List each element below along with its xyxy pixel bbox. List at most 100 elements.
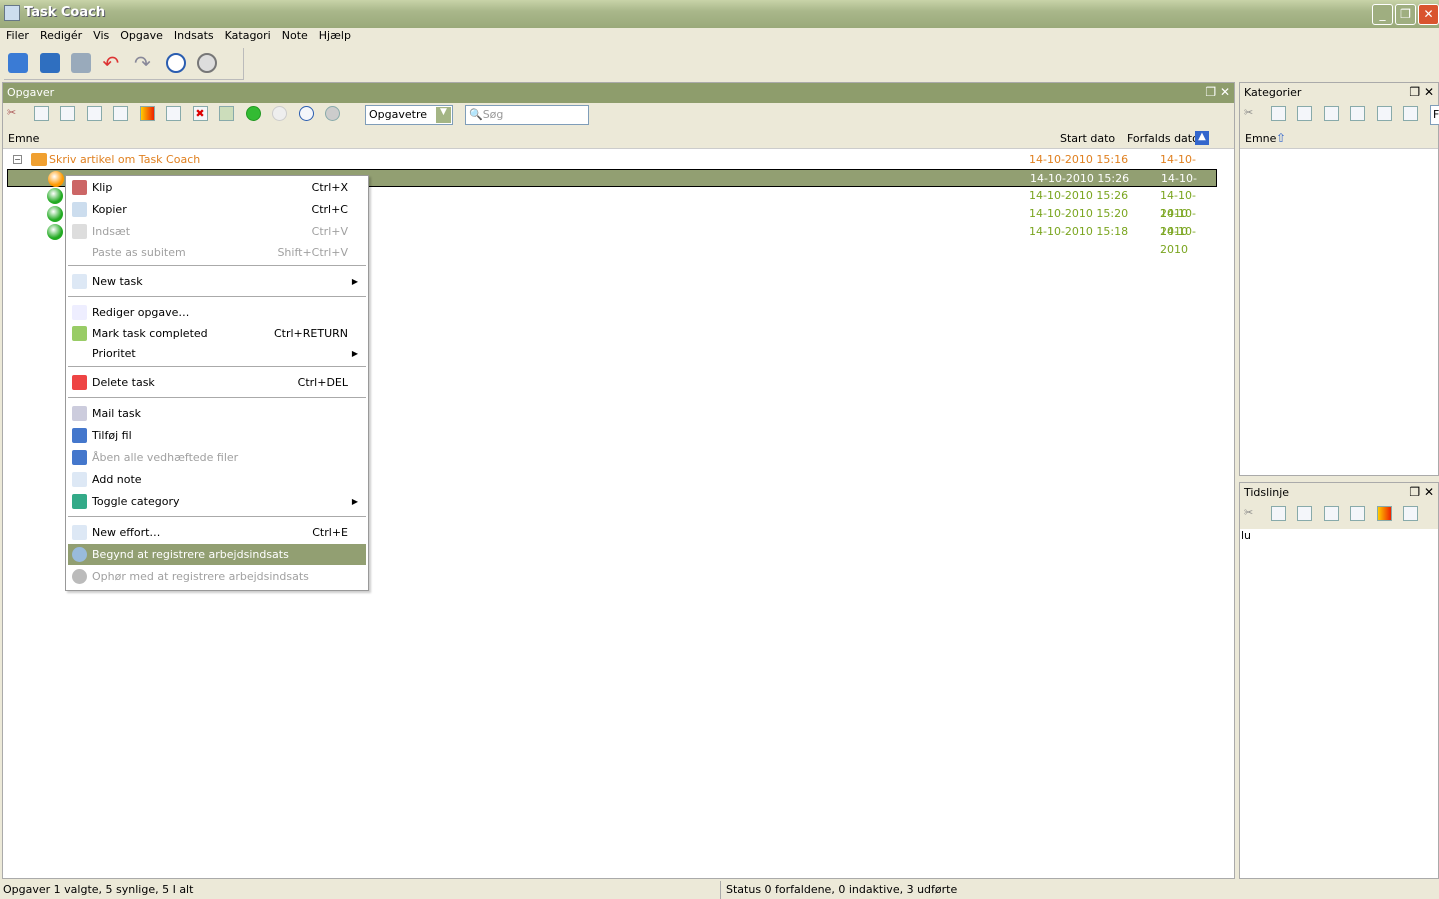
menu-filer[interactable]: Filer [0, 28, 34, 42]
expand-icon[interactable]: − [13, 155, 22, 164]
delete-icon[interactable]: ✖ [192, 106, 208, 121]
menu-vis[interactable]: Vis [87, 28, 114, 42]
edit-icon[interactable] [1376, 106, 1392, 121]
title-bar: Task Coach [0, 0, 1439, 28]
paste-icon[interactable] [60, 106, 75, 121]
close-button[interactable]: ✕ [1418, 4, 1439, 25]
new-task-icon[interactable] [1323, 506, 1339, 521]
new-category-icon[interactable] [1323, 106, 1339, 121]
paste-icon[interactable] [1297, 506, 1312, 521]
paperclip-icon [72, 428, 87, 443]
checkmark-icon [72, 326, 87, 341]
menu-hjælp[interactable]: Hjælp [313, 28, 356, 42]
stop-tracking-icon[interactable] [325, 106, 340, 121]
edit-icon[interactable] [1403, 506, 1418, 521]
menu-item-delete-task[interactable]: Delete task Ctrl+DEL [68, 372, 366, 393]
new-subtask-icon[interactable] [1350, 506, 1365, 521]
menu-item-tilføj-fil[interactable]: Tilføj fil [68, 425, 366, 446]
start-tracking-icon[interactable] [165, 53, 186, 73]
menu-item-label: Indsæt [92, 225, 131, 238]
paste-icon[interactable] [1297, 106, 1312, 121]
menu-item-new-effort[interactable]: New effort… Ctrl+E [68, 522, 366, 543]
undo-icon[interactable]: ↶ [103, 53, 123, 73]
menu-item-mail-task[interactable]: Mail task [68, 403, 366, 424]
menu-separator [68, 516, 366, 517]
menu-item-label: Add note [92, 473, 142, 486]
stop-tracking-icon[interactable] [197, 53, 217, 73]
sort-ascending-icon: ⇧ [1276, 131, 1287, 145]
copy-icon[interactable] [1270, 506, 1286, 521]
menu-item-åben-alle-vedhæftede-filer[interactable]: Åben alle vedhæftede filer [68, 447, 366, 468]
menu-item-klip[interactable]: Klip Ctrl+X [68, 177, 366, 198]
minimize-button[interactable]: _ [1372, 4, 1393, 25]
category-icon [72, 494, 87, 509]
menu-item-prioritet[interactable]: Prioritet ▶ [68, 343, 366, 364]
cut-icon[interactable]: ✂ [1244, 106, 1259, 121]
menu-item-rediger-opgave[interactable]: Rediger opgave… [68, 302, 366, 323]
delete-icon[interactable] [1403, 106, 1418, 121]
grey-ball-icon[interactable] [272, 106, 287, 121]
task-row[interactable]: − Skriv artikel om Task Coach 14-10-2010 1… [7, 151, 1217, 184]
maximize-icon[interactable]: ❐ [1409, 85, 1420, 99]
column-due-date[interactable]: Forfalds dato [1127, 132, 1199, 145]
new-subcategory-icon[interactable] [1350, 106, 1365, 121]
status-right: Status 0 forfaldene, 0 indaktive, 3 udfø… [720, 881, 957, 899]
menu-item-label: New effort… [92, 526, 161, 539]
open-icon[interactable] [8, 53, 28, 73]
color-icon[interactable] [139, 106, 155, 121]
redo-icon[interactable]: ↷ [134, 53, 154, 73]
close-icon[interactable]: ✕ [1424, 485, 1434, 499]
filter-input[interactable]: F [1430, 105, 1439, 125]
menu-item-label: Begynd at registrere arbejdsindsats [92, 548, 289, 561]
new-subtask-icon[interactable] [113, 106, 128, 121]
menu-item-paste-as-subitem[interactable]: Paste as subitem Shift+Ctrl+V [68, 242, 366, 263]
save-icon[interactable] [39, 53, 60, 73]
menu-indsats[interactable]: Indsats [168, 28, 219, 42]
orange-ball-icon [48, 171, 64, 187]
folder-icon [31, 153, 47, 166]
menu-note[interactable]: Note [276, 28, 313, 42]
chevron-down-icon[interactable]: ▼ [436, 107, 451, 123]
categories-column-header: Emne ⇧ [1240, 129, 1438, 149]
menu-katagori[interactable]: Katagori [219, 28, 276, 42]
edit-icon[interactable] [166, 106, 181, 121]
column-start-date[interactable]: Start dato [1060, 132, 1115, 145]
maximize-icon[interactable]: ❐ [1205, 85, 1216, 99]
menu-item-ophør-med-at-registrere-arbejdsindsats[interactable]: Ophør med at registrere arbejdsindsats [68, 566, 366, 587]
menu-item-toggle-category[interactable]: Toggle category ▶ [68, 491, 366, 512]
search-input[interactable]: 🔍Søg [465, 105, 589, 125]
cut-icon[interactable]: ✂ [1244, 506, 1259, 521]
status-bar: Opgaver 1 valgte, 5 synlige, 5 I alt Sta… [0, 881, 1439, 899]
menu-item-kopier[interactable]: Kopier Ctrl+C [68, 199, 366, 220]
copy-icon [72, 202, 87, 217]
menu-item-begynd-at-registrere-arbejdsindsats[interactable]: Begynd at registrere arbejdsindsats [68, 544, 366, 565]
column-header: Emne Start dato Forfalds dato ▲ [3, 129, 1234, 149]
restore-button[interactable]: ❐ [1395, 4, 1416, 25]
color-icon[interactable] [1376, 506, 1392, 521]
task-start-date: 14-10-2010 15:18 [1029, 225, 1129, 238]
menu-item-mark-task-completed[interactable]: Mark task completed Ctrl+RETURN [68, 323, 366, 344]
menu-item-label: Paste as subitem [92, 246, 186, 259]
timeline-panel: Tidslinje ❐ ✕ ✂ lu [1239, 482, 1439, 879]
close-icon[interactable]: ✕ [1220, 85, 1230, 99]
mark-completed-icon[interactable] [219, 106, 234, 121]
menu-item-indsæt[interactable]: Indsæt Ctrl+V [68, 221, 366, 242]
copy-icon[interactable] [1270, 106, 1286, 121]
menu-redigér[interactable]: Redigér [34, 28, 87, 42]
start-tracking-icon[interactable] [298, 106, 314, 121]
menu-item-add-note[interactable]: Add note [68, 469, 366, 490]
cut-icon[interactable]: ✂ [7, 106, 22, 121]
tasks-panel-header: Opgaver ❐ ✕ [3, 83, 1234, 103]
menu-opgave[interactable]: Opgave [114, 28, 168, 42]
print-icon[interactable] [71, 53, 91, 73]
column-subject[interactable]: Emne [1245, 132, 1276, 145]
green-ball-icon[interactable] [245, 106, 261, 121]
view-select[interactable]: Opgavetre ▼ [365, 105, 453, 125]
new-task-icon[interactable] [86, 106, 102, 121]
copy-icon[interactable] [33, 106, 49, 121]
close-icon[interactable]: ✕ [1424, 85, 1434, 99]
menu-item-new-task[interactable]: New task ▶ [68, 271, 366, 292]
maximize-icon[interactable]: ❐ [1409, 485, 1420, 499]
column-subject[interactable]: Emne [8, 132, 39, 145]
menu-item-label: New task [92, 275, 143, 288]
